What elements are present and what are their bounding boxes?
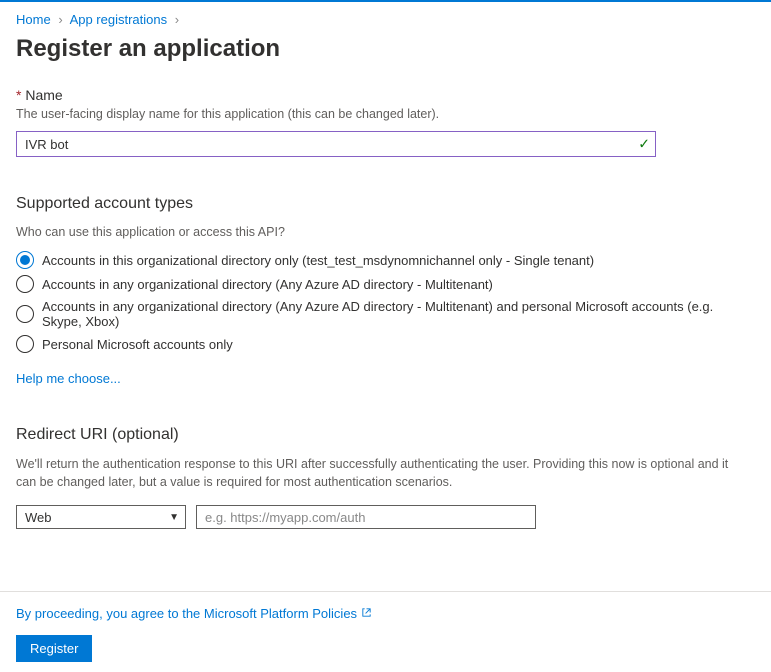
breadcrumb-home-link[interactable]: Home: [16, 12, 51, 27]
platform-policies-link[interactable]: By proceeding, you agree to the Microsof…: [16, 606, 372, 621]
radio-label: Accounts in any organizational directory…: [42, 299, 755, 329]
radio-label: Accounts in this organizational director…: [42, 253, 594, 268]
redirect-uri-heading: Redirect URI (optional): [16, 426, 755, 444]
name-label-text: Name: [25, 87, 62, 103]
chevron-down-icon: ▼: [169, 512, 179, 523]
redirect-uri-description: We'll return the authentication response…: [16, 456, 736, 491]
platform-select-value: Web: [25, 510, 52, 525]
chevron-right-icon: ›: [175, 12, 179, 27]
required-indicator: *: [16, 87, 21, 103]
radio-icon: [16, 305, 34, 323]
chevron-right-icon: ›: [58, 12, 62, 27]
account-types-question: Who can use this application or access t…: [16, 225, 755, 239]
breadcrumb: Home › App registrations ›: [0, 2, 771, 35]
help-me-choose-link[interactable]: Help me choose...: [16, 371, 121, 386]
breadcrumb-appreg-link[interactable]: App registrations: [70, 12, 168, 27]
name-helper-text: The user-facing display name for this ap…: [16, 107, 755, 121]
policy-link-text: By proceeding, you agree to the Microsof…: [16, 606, 357, 621]
account-option-single-tenant[interactable]: Accounts in this organizational director…: [16, 251, 755, 269]
redirect-uri-input[interactable]: [196, 505, 536, 529]
radio-icon: [16, 275, 34, 293]
account-option-multitenant-personal[interactable]: Accounts in any organizational directory…: [16, 299, 755, 329]
account-option-personal-only[interactable]: Personal Microsoft accounts only: [16, 335, 755, 353]
radio-icon: [16, 335, 34, 353]
radio-icon: [16, 251, 34, 269]
account-option-multitenant[interactable]: Accounts in any organizational directory…: [16, 275, 755, 293]
page-title: Register an application: [0, 35, 771, 87]
platform-select[interactable]: Web ▼: [16, 505, 186, 529]
account-types-heading: Supported account types: [16, 195, 755, 213]
footer: By proceeding, you agree to the Microsof…: [0, 591, 771, 662]
application-name-input[interactable]: [16, 131, 656, 157]
name-label: * Name: [16, 87, 755, 103]
external-link-icon: [361, 607, 372, 621]
register-button[interactable]: Register: [16, 635, 92, 662]
radio-label: Personal Microsoft accounts only: [42, 337, 233, 352]
radio-label: Accounts in any organizational directory…: [42, 277, 493, 292]
